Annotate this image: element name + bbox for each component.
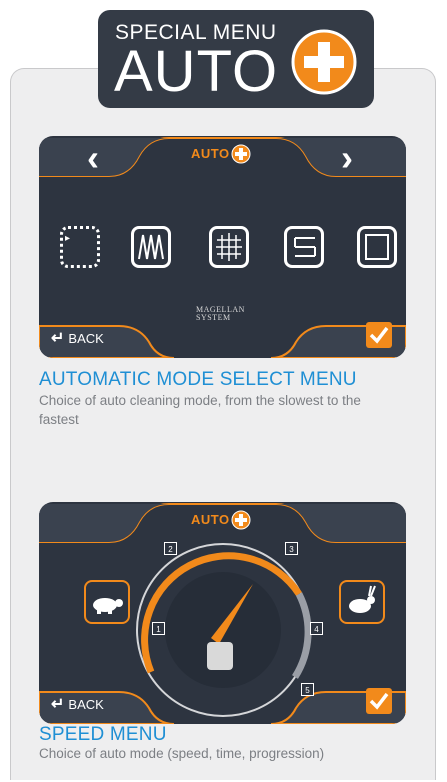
auto-mode-caption-desc: Choice of auto cleaning mode, from the s…: [39, 393, 361, 427]
small-plus-icon: [231, 144, 251, 164]
back-arrow-icon: ↵: [51, 330, 65, 347]
speed-step-4: 4: [310, 622, 323, 635]
loop-lanes-icon[interactable]: [284, 226, 324, 268]
badge-title: AUTO: [114, 39, 279, 104]
magellan-system-logo: MAGELLAN SYSTEM: [196, 305, 245, 322]
special-menu-badge: SPECIAL MENU AUTO: [98, 10, 374, 108]
back-label: BACK: [68, 330, 104, 346]
grid-cross-icon[interactable]: [209, 226, 249, 268]
back-button[interactable]: ↵ BACK: [51, 694, 104, 714]
speed-step-2: 2: [164, 542, 177, 555]
speed-step-1: 1: [152, 622, 165, 635]
confirm-checkbox-icon[interactable]: [366, 322, 392, 348]
previous-arrow-icon[interactable]: ‹: [87, 138, 99, 178]
back-button[interactable]: ↵ BACK: [51, 328, 104, 348]
next-arrow-icon[interactable]: ›: [341, 138, 353, 178]
confirm-checkbox-icon[interactable]: [366, 688, 392, 714]
orange-plus-circle-icon: [291, 29, 357, 95]
perimeter-icon[interactable]: [357, 226, 397, 268]
robot-speed-icon: [207, 642, 233, 670]
speed-menu-caption-title: SPEED MENU: [39, 724, 167, 745]
back-arrow-icon: ↵: [51, 696, 65, 713]
corner-start-icon[interactable]: ▸: [60, 226, 100, 268]
slow-turtle-button[interactable]: [84, 580, 130, 624]
fast-rabbit-button[interactable]: [339, 580, 385, 624]
back-label: BACK: [68, 696, 104, 712]
auto-mode-screen: ‹ › AUTO ▸ MAGELLAN SYSTEM ↵ BACK: [39, 136, 406, 358]
zigzag-icon[interactable]: [131, 226, 171, 268]
speed-menu-screen: AUTO 1 2 3 4 5 ↵ BACK: [39, 502, 406, 724]
speed-step-5: 5: [301, 683, 314, 696]
auto-mode-caption-title: AUTOMATIC MODE SELECT MENU: [39, 369, 357, 390]
speed-menu-caption-desc: Choice of auto mode (speed, time, progre…: [39, 746, 325, 761]
speed-step-3: 3: [285, 542, 298, 555]
